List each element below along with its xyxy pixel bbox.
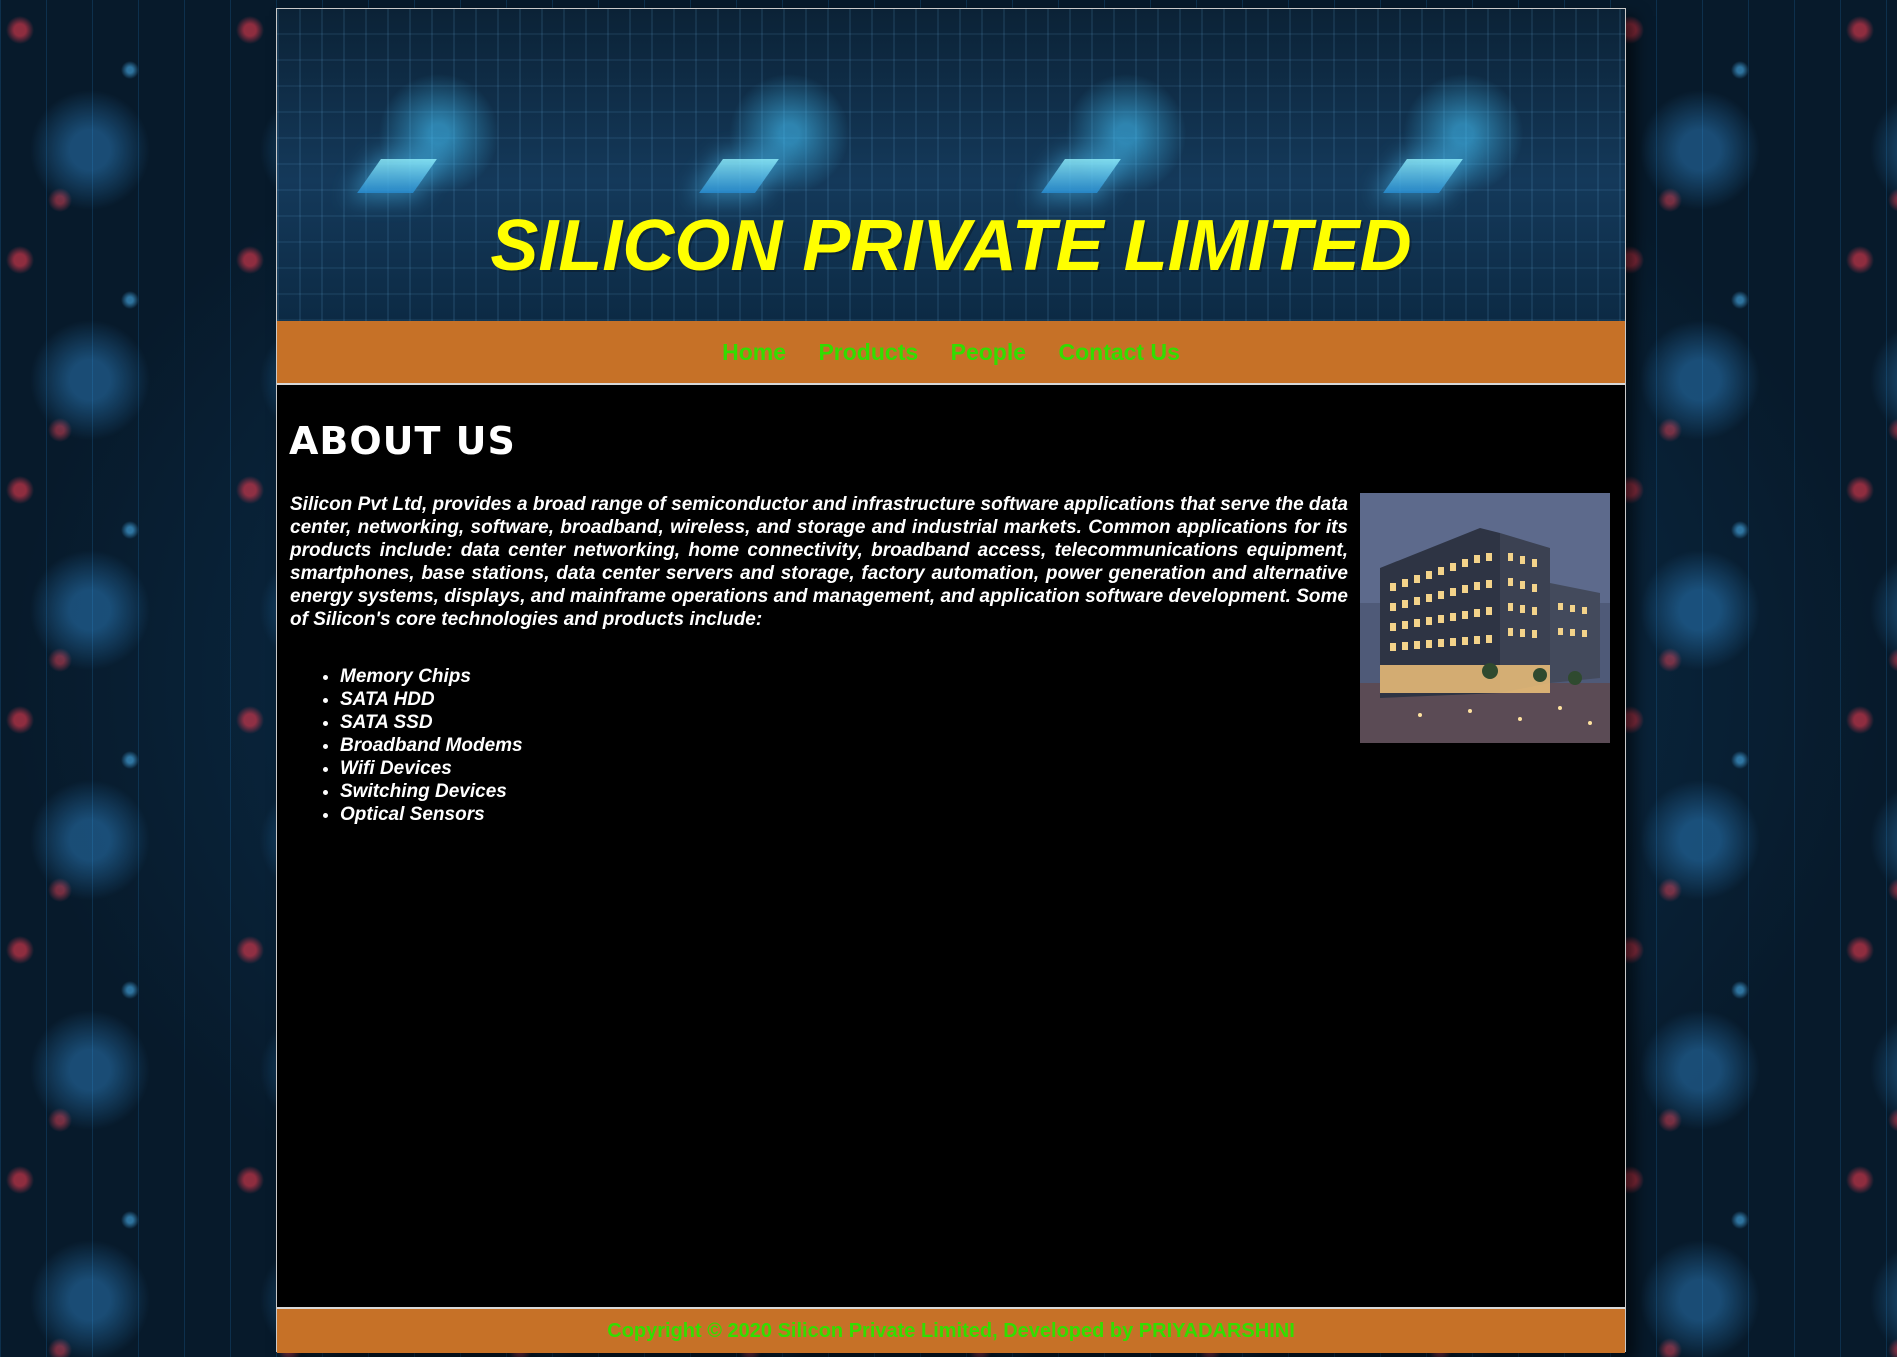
nav-link-products[interactable]: Products: [818, 339, 918, 365]
technologies-list: Memory Chips SATA HDD SATA SSD Broadband…: [290, 665, 523, 826]
site-container: SILICON PRIVATE LIMITED Home Products Pe…: [276, 8, 1626, 1353]
nav-link-home[interactable]: Home: [722, 339, 786, 365]
list-item: Switching Devices: [340, 780, 523, 803]
nav-link-contact-us[interactable]: Contact Us: [1058, 339, 1179, 365]
main-navigation: Home Products People Contact Us: [277, 321, 1625, 385]
nav-item-contact-us: Contact Us: [1058, 321, 1179, 387]
circuit-chip-graphic: [1383, 159, 1463, 193]
site-header-banner: SILICON PRIVATE LIMITED: [277, 9, 1625, 321]
list-item: Memory Chips: [340, 665, 523, 688]
list-item: SATA HDD: [340, 688, 523, 711]
list-item: Wifi Devices: [340, 757, 523, 780]
circuit-chip-graphic: [357, 159, 437, 193]
circuit-chip-graphic: [699, 159, 779, 193]
list-item: SATA SSD: [340, 711, 523, 734]
nav-list: Home Products People Contact Us: [277, 321, 1625, 387]
list-item: Optical Sensors: [340, 803, 523, 826]
nav-link-people[interactable]: People: [951, 339, 1026, 365]
nav-item-people: People: [951, 321, 1026, 387]
list-item: Broadband Modems: [340, 734, 523, 757]
site-title: SILICON PRIVATE LIMITED: [490, 206, 1412, 286]
copyright-text: Copyright © 2020 Silicon Private Limited…: [607, 1320, 1295, 1342]
page-heading: ABOUT US: [289, 419, 516, 463]
circuit-chip-graphic: [1041, 159, 1121, 193]
nav-item-products: Products: [818, 321, 918, 387]
company-building-image: [1360, 493, 1610, 743]
about-section: ABOUT US Silicon Pvt Ltd, provides a bro…: [277, 385, 1625, 1307]
building-illustration: [1360, 493, 1610, 743]
about-paragraph: Silicon Pvt Ltd, provides a broad range …: [290, 494, 1348, 630]
page-background: { "header": { "title": "SILICON PRIVATE …: [0, 0, 1897, 1357]
site-footer: Copyright © 2020 Silicon Private Limited…: [277, 1307, 1625, 1353]
nav-item-home: Home: [722, 321, 786, 387]
